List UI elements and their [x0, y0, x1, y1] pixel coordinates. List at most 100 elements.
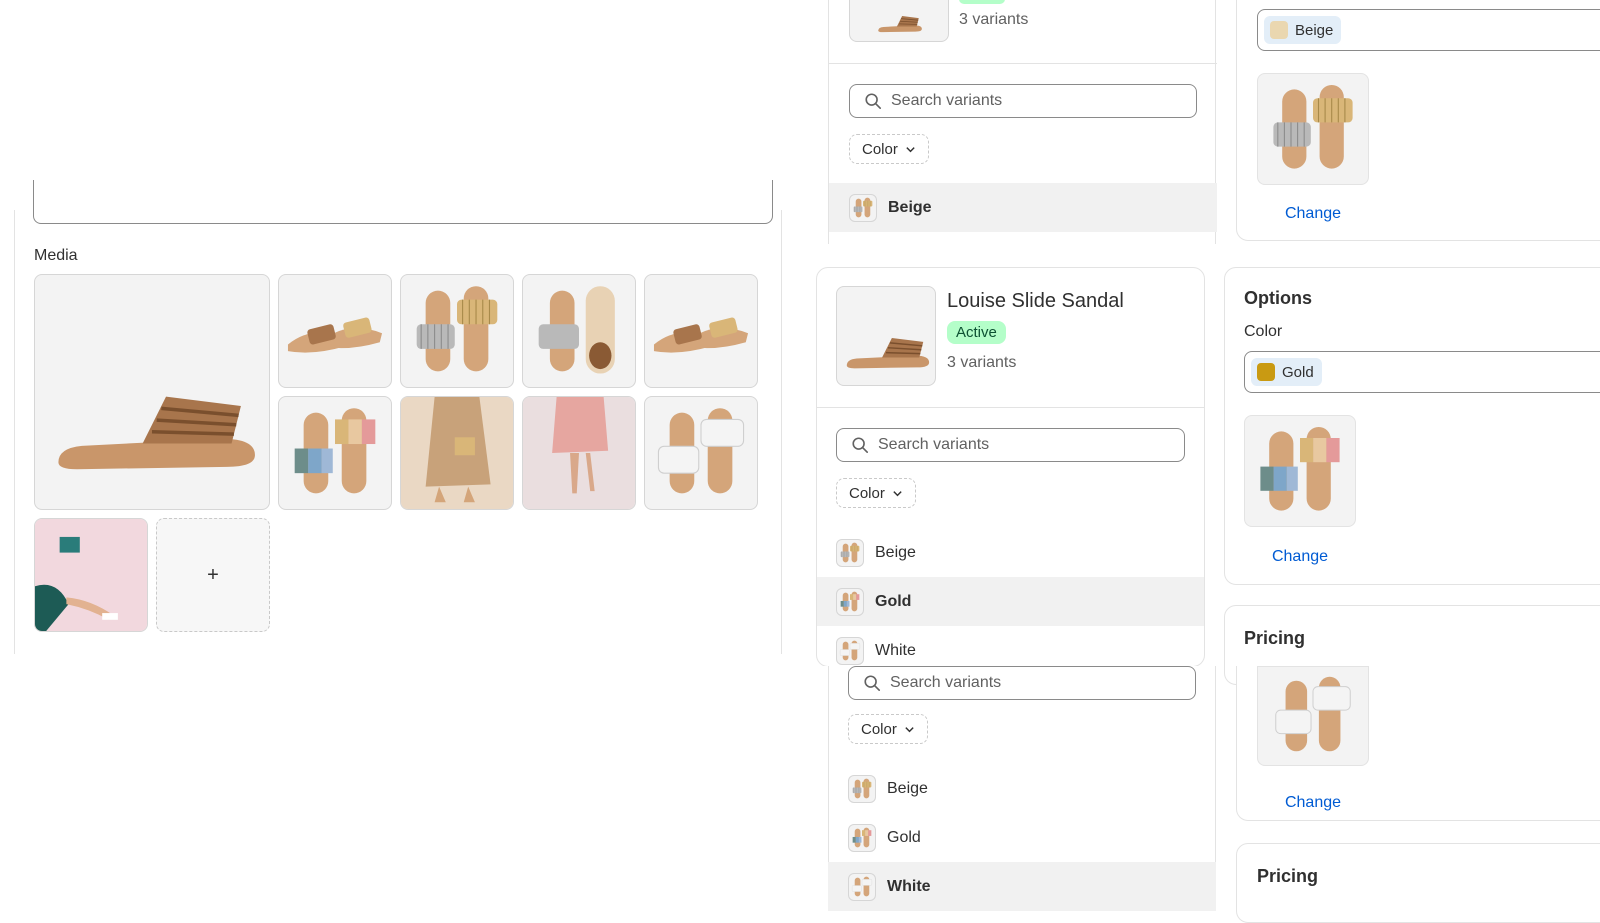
media-label: Media: [34, 247, 78, 264]
status-badge: Active: [947, 321, 1006, 344]
sandal-image: [279, 275, 391, 387]
plus-icon: +: [207, 563, 219, 586]
product-thumbnail: [836, 286, 936, 386]
search-placeholder: Search variants: [878, 436, 990, 453]
color-swatch: [1257, 363, 1275, 381]
divider: [829, 63, 1217, 64]
product-card: Louise Slide Sandal Active 3 variants Se…: [816, 267, 1205, 667]
color-filter-chip[interactable]: Color: [848, 714, 928, 744]
variant-label: Gold: [887, 828, 921, 846]
variant-row-gold[interactable]: Gold: [828, 813, 1216, 862]
search-placeholder: Search variants: [891, 92, 1003, 109]
search-variants-input[interactable]: Search variants: [836, 428, 1185, 462]
search-variants-input[interactable]: Search variants: [848, 666, 1196, 700]
search-placeholder: Search variants: [890, 674, 1002, 691]
variant-image[interactable]: [1257, 666, 1369, 766]
sandal-image: [279, 397, 391, 509]
change-image-link[interactable]: Change: [1244, 548, 1356, 566]
sandal-image: [35, 275, 269, 509]
variant-label: Beige: [875, 543, 916, 561]
color-value-field[interactable]: Beige: [1257, 9, 1600, 51]
search-variants-input[interactable]: Search variants: [849, 84, 1197, 118]
color-value-label: Gold: [1282, 363, 1314, 381]
media-thumb-8[interactable]: [644, 396, 758, 510]
top-variants-panel: 3 variants Search variants Color Beige: [828, 0, 1217, 244]
media-thumb-6[interactable]: [400, 396, 514, 510]
search-icon: [864, 675, 881, 692]
variant-label: Beige: [888, 198, 932, 216]
top-option-panel: Beige Change: [1236, 0, 1600, 241]
divider: [817, 407, 1204, 408]
change-image-link[interactable]: Change: [1257, 794, 1369, 812]
lifestyle-photo: [523, 397, 635, 509]
color-option-label: Color: [1244, 323, 1283, 340]
filter-label: Color: [849, 484, 885, 502]
variant-image[interactable]: [1257, 73, 1369, 185]
sandal-image: [1258, 667, 1368, 765]
search-icon: [852, 437, 869, 454]
variant-thumbnail: [836, 587, 864, 616]
sandal-image: [1258, 74, 1368, 184]
chevron-down-icon: [893, 490, 902, 496]
media-thumb-4[interactable]: [644, 274, 758, 388]
variant-row-white[interactable]: White: [817, 626, 1204, 666]
sandal-image: [645, 275, 757, 387]
media-main-image[interactable]: [34, 274, 270, 510]
variant-row-gold[interactable]: Gold: [817, 577, 1204, 626]
product-thumbnail: [849, 0, 949, 42]
color-value-field[interactable]: Gold: [1244, 351, 1600, 393]
variant-row-white[interactable]: White: [828, 862, 1216, 911]
chevron-down-icon: [905, 726, 914, 732]
color-filter-chip[interactable]: Color: [849, 134, 929, 164]
lifestyle-photo: [401, 397, 513, 509]
variant-thumbnail: [836, 636, 864, 665]
variant-count: 3 variants: [959, 11, 1029, 28]
variant-label: Gold: [875, 592, 912, 610]
variant-label: White: [887, 877, 931, 895]
active-badge-cropped: [959, 0, 1005, 4]
color-value-label: Beige: [1295, 21, 1334, 39]
bottom-variants-panel: Search variants Color Beige Gold White: [786, 666, 1216, 911]
product-title: Louise Slide Sandal: [947, 290, 1124, 312]
sandal-image: [1245, 416, 1355, 526]
lifestyle-photo: [35, 519, 147, 631]
sandal-image: [837, 287, 935, 385]
media-thumb-1[interactable]: [278, 274, 392, 388]
variant-label: Beige: [887, 779, 928, 797]
variant-row-beige[interactable]: Beige: [817, 528, 1204, 577]
sandal-image: [523, 275, 635, 387]
search-icon: [865, 93, 882, 110]
options-card: Options Color Gold Change: [1224, 267, 1600, 585]
change-image-link[interactable]: Change: [1257, 205, 1369, 223]
color-value-tag[interactable]: Beige: [1264, 16, 1342, 44]
add-media-button[interactable]: +: [156, 518, 270, 632]
variant-row-beige[interactable]: Beige: [828, 764, 1216, 813]
variant-image[interactable]: [1244, 415, 1356, 527]
pricing-title: Pricing: [1257, 866, 1319, 886]
options-title: Options: [1244, 288, 1312, 308]
filter-label: Color: [861, 720, 897, 738]
variant-thumbnail: [849, 193, 877, 222]
media-thumb-5[interactable]: [278, 396, 392, 510]
filter-label: Color: [862, 140, 898, 158]
variant-count: 3 variants: [947, 354, 1017, 371]
media-thumb-2[interactable]: [400, 274, 514, 388]
chevron-down-icon: [906, 146, 915, 152]
sandal-image: [645, 397, 757, 509]
variant-thumbnail: [848, 823, 876, 852]
media-thumb-3[interactable]: [522, 274, 636, 388]
variant-label: White: [875, 641, 916, 659]
variant-thumbnail: [848, 774, 876, 803]
media-thumb-9[interactable]: [34, 518, 148, 632]
variant-row-beige[interactable]: Beige: [829, 183, 1217, 232]
media-thumb-7[interactable]: [522, 396, 636, 510]
color-value-tag[interactable]: Gold: [1251, 358, 1322, 386]
pricing-title: Pricing: [1244, 628, 1306, 648]
color-filter-chip[interactable]: Color: [836, 478, 916, 508]
variant-thumbnail: [836, 538, 864, 567]
bottom-option-panel: Change: [1236, 666, 1600, 821]
bottom-pricing-card: Pricing: [1236, 843, 1600, 923]
sandal-image: [401, 275, 513, 387]
color-swatch: [1270, 21, 1288, 39]
description-field-bottom[interactable]: [33, 180, 773, 224]
